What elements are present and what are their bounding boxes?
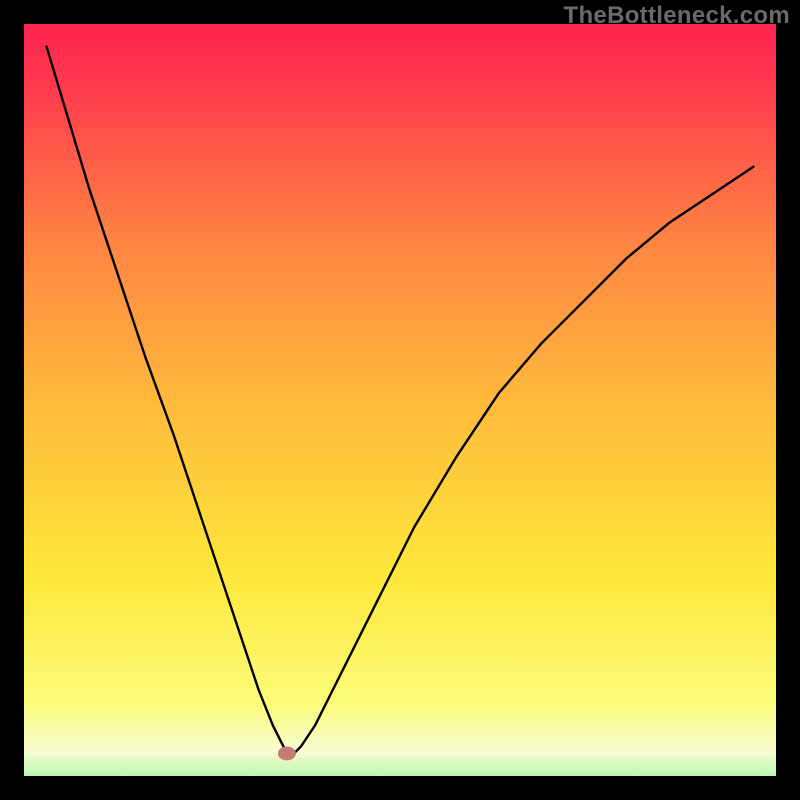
watermark-text: TheBottleneck.com [564,2,790,30]
plot-background [0,0,800,800]
bottleneck-chart [0,0,800,800]
optimum-marker [278,746,296,760]
